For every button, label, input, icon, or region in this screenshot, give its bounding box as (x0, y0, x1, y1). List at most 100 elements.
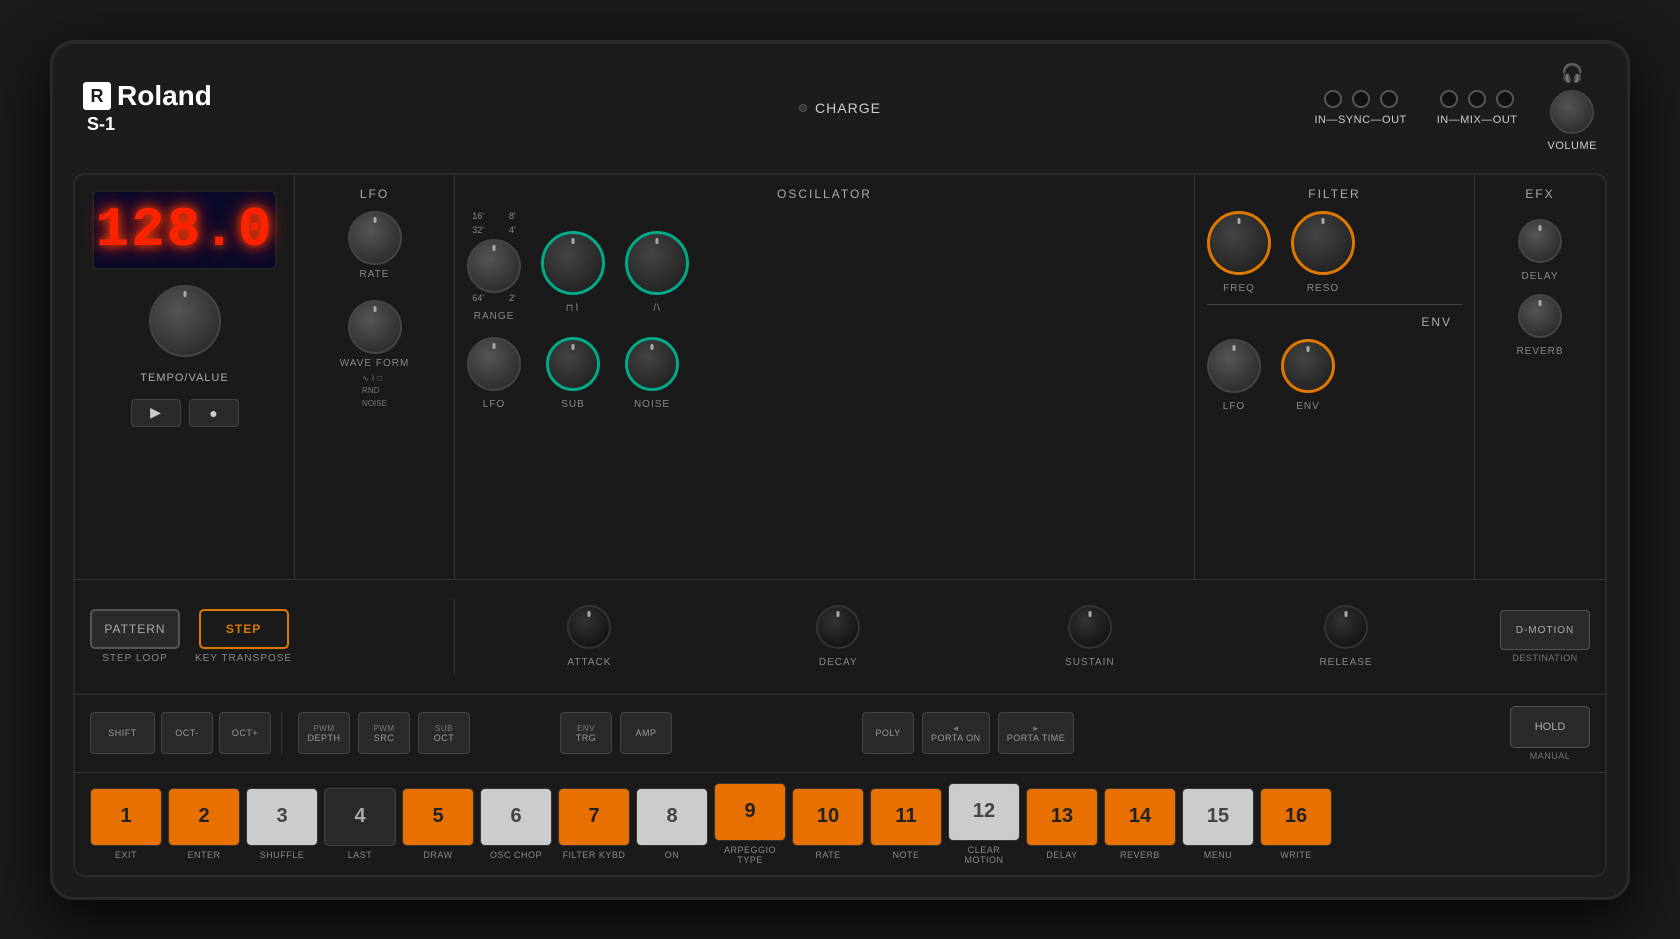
efx-reverb-knob[interactable] (1518, 294, 1562, 338)
display-section: 128.0 TEMPO/VALUE ▶ ● (75, 175, 295, 579)
env-attack-knob[interactable] (567, 605, 611, 649)
step-button-12[interactable]: 12 CLEAR MOTION (948, 783, 1020, 865)
step-btn-label-4: LAST (348, 850, 373, 860)
step-btn-cap-3: 3 (246, 788, 318, 846)
step-button-8[interactable]: 8ON (636, 788, 708, 860)
sub-oct-button[interactable]: SUB OCT (418, 712, 470, 754)
filter-freq-container: FREQ (1207, 211, 1271, 294)
efx-reverb-container: REVERB (1516, 294, 1563, 357)
charge-label: CHARGE (815, 100, 881, 116)
osc-lfo-label: LFO (483, 399, 505, 410)
mix-port-group: IN—MIX—OUT (1437, 90, 1518, 126)
env-func-btns: ENV TRG AMP (560, 712, 672, 754)
env-decay-knob[interactable] (816, 605, 860, 649)
efx-delay-knob[interactable] (1518, 219, 1562, 263)
amp-button[interactable]: AMP (620, 712, 672, 754)
pwm-depth-button[interactable]: PWM DEPTH (298, 712, 350, 754)
stop-button[interactable]: ● (189, 399, 239, 427)
filter-reso-knob[interactable] (1291, 211, 1355, 275)
filter-section-label: FILTER (1207, 187, 1462, 201)
filter-lfo-knob[interactable] (1207, 339, 1261, 393)
lfo-waveform-knob[interactable] (348, 300, 402, 354)
step-button-9[interactable]: 9ARPEGGIO TYPE (714, 783, 786, 865)
filter-section: FILTER FREQ RESO ENV LFO (1195, 175, 1475, 579)
step-btn-label-5: DRAW (423, 850, 452, 860)
step-button-15[interactable]: 15MENU (1182, 788, 1254, 860)
led-display: 128.0 (92, 190, 277, 270)
filter-env-label: ENV (1296, 401, 1320, 412)
env-sustain-knob[interactable] (1068, 605, 1112, 649)
filter-freq-knob[interactable] (1207, 211, 1271, 275)
porta-time-button[interactable]: ► PORTA TIME (998, 712, 1075, 754)
osc-wave2-container: /\ (625, 231, 689, 314)
hold-button[interactable]: HOLD (1510, 706, 1590, 748)
lfo-rate-container: RATE (348, 211, 402, 280)
play-button[interactable]: ▶ (131, 399, 181, 427)
efx-delay-container: DELAY (1518, 219, 1562, 282)
oct-plus-button[interactable]: OCT+ (219, 712, 271, 754)
step-button-4[interactable]: 4LAST (324, 788, 396, 860)
filter-reso-label: RESO (1307, 283, 1339, 294)
step-button[interactable]: STEP (199, 609, 289, 649)
step-button-14[interactable]: 14REVERB (1104, 788, 1176, 860)
efx-section-label: EFX (1525, 187, 1554, 201)
osc-wave2-knob[interactable] (625, 231, 689, 295)
step-btn-cap-12: 12 (948, 783, 1020, 841)
step-button-10[interactable]: 10RATE (792, 788, 864, 860)
step-btn-cap-11: 11 (870, 788, 942, 846)
step-btn-cap-15: 15 (1182, 788, 1254, 846)
step-btn-cap-1: 1 (90, 788, 162, 846)
shift-button[interactable]: SHIFT (90, 712, 155, 754)
tempo-knob[interactable] (149, 285, 221, 357)
osc-range-knob[interactable] (467, 239, 521, 293)
osc-noise-knob[interactable] (625, 337, 679, 391)
osc-wave1-knob[interactable] (541, 231, 605, 295)
step-button-13[interactable]: 13DELAY (1026, 788, 1098, 860)
step-button-16[interactable]: 16WRITE (1260, 788, 1332, 860)
step-button-7[interactable]: 7FILTER KYBD (558, 788, 630, 860)
destination-label: DESTINATION (1512, 653, 1577, 663)
filter-knobs-top: FREQ RESO (1207, 211, 1462, 294)
dmotion-button[interactable]: D-MOTION (1500, 610, 1590, 650)
step-button-6[interactable]: 6OSC CHOP (480, 788, 552, 860)
pattern-btn-wrap: PATTERN STEP LOOP (90, 609, 180, 664)
osc-lfo-knob[interactable] (467, 337, 521, 391)
osc-knobs-row: LFO SUB NOISE (467, 337, 1182, 410)
led-digits: 128.0 (95, 198, 273, 262)
brand-area: R Roland S-1 (83, 80, 212, 135)
key-transpose-label: KEY TRANSPOSE (195, 653, 292, 664)
osc-wave-knobs: ⊓⌇ (541, 231, 605, 314)
oct-minus-label: OCT- (175, 728, 199, 738)
pwm-src-button[interactable]: PWM SRC (358, 712, 410, 754)
env-trg-label: TRG (576, 733, 597, 743)
oct-minus-button[interactable]: OCT- (161, 712, 213, 754)
waveform-options: ∿ ⌇ □ RND NOISE (362, 373, 387, 411)
charge-led (799, 104, 807, 112)
mix-jacks (1440, 90, 1514, 108)
step-btn-label-12: CLEAR MOTION (948, 845, 1020, 865)
osc-sub-knob[interactable] (546, 337, 600, 391)
env-release-knob[interactable] (1324, 605, 1368, 649)
mix-port-label: IN—MIX—OUT (1437, 114, 1518, 126)
filter-env-knob[interactable] (1281, 339, 1335, 393)
sub-oct-label: OCT (434, 733, 455, 743)
transport-row: ▶ ● (131, 399, 239, 427)
volume-knob[interactable] (1550, 90, 1594, 134)
step-button-2[interactable]: 2ENTER (168, 788, 240, 860)
step-button-3[interactable]: 3SHUFFLE (246, 788, 318, 860)
lfo-rate-knob[interactable] (348, 211, 402, 265)
poly-button[interactable]: POLY (862, 712, 914, 754)
step-button-11[interactable]: 11NOTE (870, 788, 942, 860)
sync-port-label: IN—SYNC—OUT (1314, 114, 1406, 126)
lfo-rate-label: RATE (360, 269, 390, 280)
lfo-section: LFO RATE WAVE FORM ∿ ⌇ □ RND NOISE (295, 175, 455, 579)
step-btn-cap-16: 16 (1260, 788, 1332, 846)
pattern-button[interactable]: PATTERN (90, 609, 180, 649)
env-trg-button[interactable]: ENV TRG (560, 712, 612, 754)
step-btn-label-14: REVERB (1120, 850, 1160, 860)
step-button-5[interactable]: 5DRAW (402, 788, 474, 860)
step-btn-label-1: EXIT (115, 850, 137, 860)
step-button-1[interactable]: 1 EXIT (90, 788, 162, 860)
filter-freq-label: FREQ (1223, 283, 1255, 294)
porta-on-button[interactable]: ◄ PORTA ON (922, 712, 990, 754)
